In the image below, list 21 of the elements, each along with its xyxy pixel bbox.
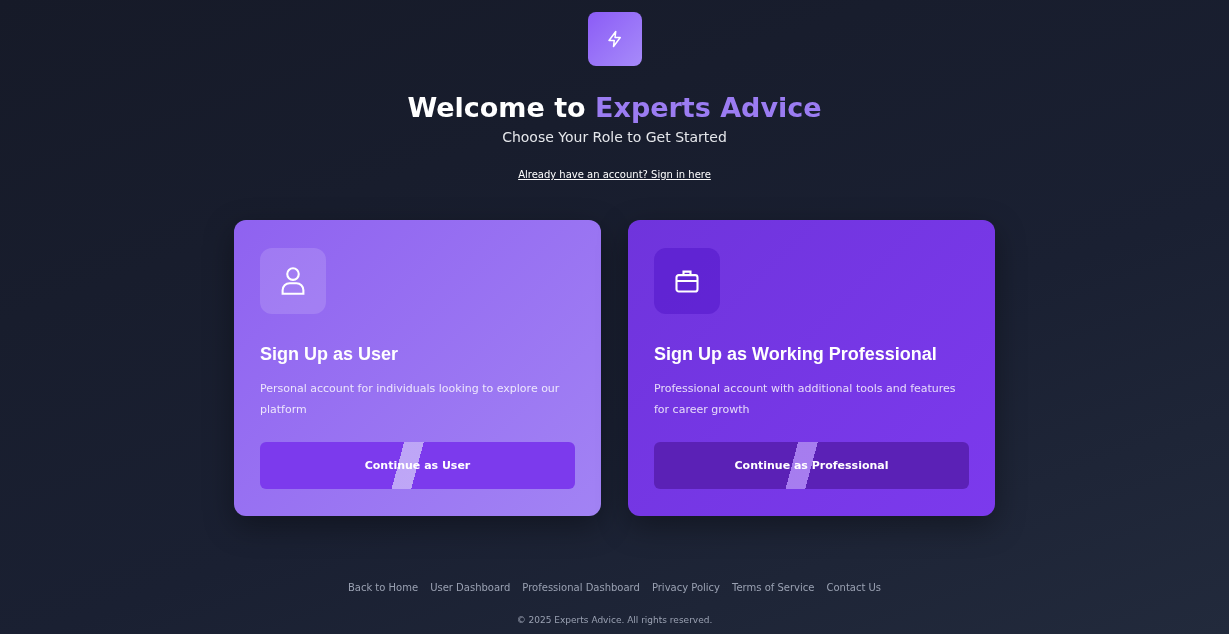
copyright-text: © 2025 Experts Advice. All rights reserved.: [516, 615, 713, 625]
footer-link[interactable]: Contact Us: [826, 582, 882, 593]
footer-link[interactable]: Privacy Policy: [651, 582, 721, 593]
card-description: Personal account for individuals looking to explore our platform: [260, 381, 561, 418]
person-icon: [279, 266, 307, 296]
footer-link[interactable]: User Dashboard: [430, 582, 511, 593]
continue-button[interactable]: Continue as Professional: [654, 442, 969, 489]
footer-link[interactable]: Terms of Service: [732, 582, 815, 593]
card-description: Professional account with additional tools and features for career growth: [654, 381, 957, 418]
footer-link[interactable]: Professional Dashboard: [522, 582, 640, 593]
role-card[interactable]: Sign Up as User Personal account for individuals looking to explore our platform Continue as User: [234, 220, 601, 516]
footer-link[interactable]: Back to Home: [347, 582, 419, 593]
subtitle: Choose Your Role to Get Started: [502, 129, 727, 145]
lightning-icon: [605, 30, 624, 48]
card-title: Sign Up as User: [260, 343, 399, 366]
sign-in-link[interactable]: Already have an account? Sign in here: [518, 169, 711, 180]
continue-button[interactable]: Continue as User: [260, 442, 575, 489]
welcome-title: Welcome to: [407, 92, 586, 123]
role-card[interactable]: Sign Up as Working Professional Professional account with additional tools and features for career growth Continue as Professional: [628, 220, 995, 516]
card-title: Sign Up as Working Professional: [654, 343, 937, 366]
brand-name: Experts Advice: [595, 92, 822, 123]
